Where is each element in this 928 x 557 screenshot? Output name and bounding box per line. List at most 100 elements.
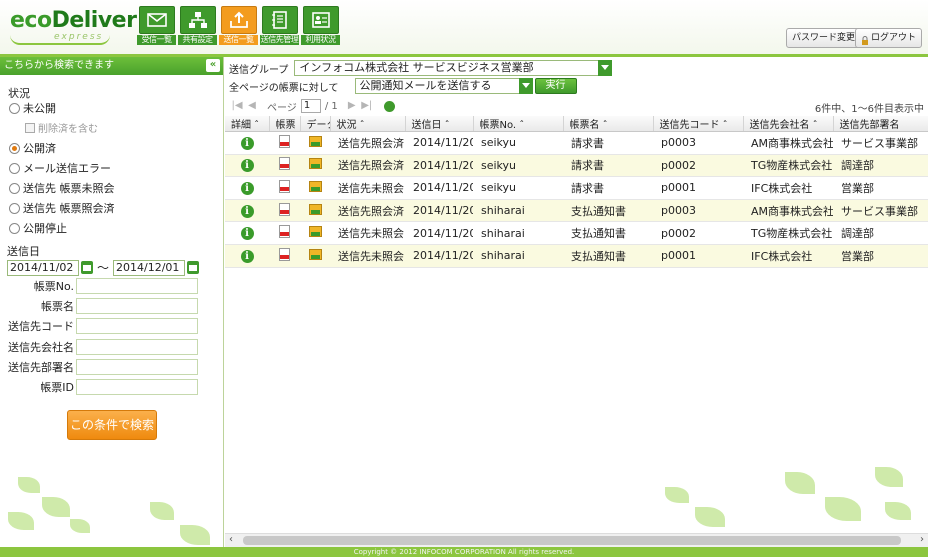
pdf-icon[interactable]	[279, 225, 290, 239]
status-option-label: 送信先 帳票照会済	[23, 202, 115, 215]
pdf-icon[interactable]	[279, 179, 290, 193]
send-group-select[interactable]: インフォコム株式会社 サービスビジネス営業部	[294, 60, 613, 76]
recipient-dept-input[interactable]	[76, 359, 198, 375]
column-header-recipient-code[interactable]: 送信先コード ˆ	[653, 116, 744, 132]
scrollbar-thumb[interactable]	[243, 536, 901, 545]
csv-data-icon[interactable]	[308, 248, 322, 260]
cell-recipient-company: AM商事株式会社	[743, 131, 833, 155]
cell-recipient-dept: 営業部	[833, 176, 928, 200]
column-header-form-name[interactable]: 帳票名 ˆ	[563, 116, 654, 132]
cell-recipient-company: TG物産株式会社	[743, 154, 833, 178]
cell-send-date: 2014/11/20	[405, 199, 473, 223]
calendar-icon[interactable]	[187, 261, 200, 274]
bulk-action-value: 公開通知メールを送信する	[359, 79, 492, 92]
radio-unpublished[interactable]	[9, 102, 20, 114]
info-icon[interactable]: i	[240, 249, 254, 263]
field-label: 帳票ID	[40, 381, 74, 394]
status-option-suspended[interactable]: 公開停止	[9, 220, 67, 236]
column-header-recipient-company[interactable]: 送信先会社名 ˆ	[743, 116, 834, 132]
cell-recipient-company: AM商事株式会社	[743, 199, 833, 223]
info-icon[interactable]: i	[240, 181, 254, 195]
status-option-label: 未公開	[23, 102, 56, 115]
cell-form-name: 支払通知書	[563, 221, 653, 245]
scroll-right-icon[interactable]: ›	[920, 534, 924, 545]
prev-page-icon[interactable]: ◀	[246, 100, 258, 112]
csv-data-icon[interactable]	[308, 180, 322, 192]
change-password-button[interactable]: パスワード変更	[786, 28, 862, 48]
share-tree-icon	[179, 6, 216, 34]
next-page-icon[interactable]: ▶	[346, 100, 358, 112]
bulk-action-select[interactable]: 公開通知メールを送信する	[354, 78, 533, 94]
column-header-status[interactable]: 状況 ˆ	[330, 116, 406, 132]
status-heading: 状況	[8, 87, 30, 100]
date-to-input[interactable]: 2014/12/01	[113, 259, 186, 276]
chevron-down-icon[interactable]	[518, 78, 533, 94]
status-option-published[interactable]: 公開済	[9, 140, 56, 156]
column-header-recipient-dept[interactable]: 送信先部署名	[833, 116, 928, 132]
page-number-input[interactable]: 1	[300, 99, 321, 113]
nav-share-settings[interactable]: 共有設定	[178, 6, 217, 46]
chevron-down-icon[interactable]	[598, 60, 613, 76]
cell-form-name: 請求書	[563, 176, 653, 200]
column-header-data: データ	[300, 116, 331, 132]
execute-button[interactable]: 実行	[534, 78, 577, 94]
status-option-mail-error[interactable]: メール送信エラー	[9, 160, 111, 176]
pdf-icon[interactable]	[279, 202, 290, 216]
csv-data-icon[interactable]	[308, 203, 322, 215]
form-id-input[interactable]	[76, 379, 198, 395]
status-option-unpublished[interactable]: 未公開	[9, 100, 56, 116]
search-button[interactable]: この条件で検索	[67, 410, 157, 440]
radio-not-viewed[interactable]	[9, 182, 20, 194]
nav-sent-list[interactable]: 送信一覧	[219, 6, 258, 46]
recipient-code-input[interactable]	[76, 318, 198, 334]
nav-recipient-management[interactable]: 送信先管理	[260, 6, 299, 46]
radio-viewed[interactable]	[9, 202, 20, 214]
info-icon[interactable]: i	[240, 204, 254, 218]
pdf-icon[interactable]	[279, 134, 290, 148]
csv-data-icon[interactable]	[308, 158, 322, 170]
column-header-detail[interactable]: 詳細 ˆ	[225, 116, 270, 132]
nav-usage-status[interactable]: 利用状況	[301, 6, 340, 46]
cell-send-date: 2014/11/20	[405, 131, 473, 155]
status-option-viewed[interactable]: 送信先 帳票照会済	[9, 200, 115, 216]
main-panel: 送信グループ インフォコム株式会社 サービスビジネス営業部 全ページの帳票に対し…	[225, 57, 928, 547]
calendar-icon[interactable]	[81, 261, 93, 274]
radio-published[interactable]	[9, 142, 20, 154]
refresh-icon[interactable]	[383, 100, 395, 112]
first-page-icon[interactable]: |◀	[231, 100, 243, 112]
logo-sub-text: express	[54, 32, 104, 42]
table-row: i 送信先未照会 2014/11/20 shiharai 支払通知書 p0001…	[225, 244, 928, 268]
radio-suspended[interactable]	[9, 222, 20, 234]
pdf-icon[interactable]	[279, 247, 290, 261]
last-page-icon[interactable]: ▶|	[361, 100, 373, 112]
cell-recipient-dept: 調達部	[833, 154, 928, 178]
scroll-left-icon[interactable]: ‹	[229, 534, 233, 545]
form-no-input[interactable]	[76, 278, 198, 294]
horizontal-scrollbar[interactable]: ‹ ›	[225, 533, 928, 547]
column-header-form-no[interactable]: 帳票No. ˆ	[473, 116, 564, 132]
radio-mail-error[interactable]	[9, 162, 20, 174]
nav-inbox[interactable]: 受信一覧	[137, 6, 176, 46]
table-row: i 送信先照会済 2014/11/20 seikyu 請求書 p0003 AM商…	[225, 131, 928, 155]
lock-icon	[861, 34, 869, 45]
status-option-not-viewed[interactable]: 送信先 帳票未照会	[9, 180, 115, 196]
column-header-send-date[interactable]: 送信日 ˆ	[405, 116, 474, 132]
form-name-input[interactable]	[76, 298, 198, 314]
csv-data-icon[interactable]	[308, 135, 322, 147]
page-total: / 1	[324, 100, 338, 112]
table-row: i 送信先照会済 2014/11/20 shiharai 支払通知書 p0003…	[225, 199, 928, 223]
csv-data-icon[interactable]	[308, 226, 322, 238]
nav-share-settings-label: 共有設定	[178, 35, 217, 45]
date-from-input[interactable]: 2014/11/02	[7, 259, 79, 276]
collapse-sidebar-icon[interactable]: «	[206, 59, 220, 72]
logout-button[interactable]: ログアウト	[855, 28, 923, 48]
cell-form-no: seikyu	[473, 176, 563, 200]
recipient-company-input[interactable]	[76, 339, 198, 355]
pdf-icon[interactable]	[279, 157, 290, 171]
include-deleted-label: 削除済を含む	[38, 124, 98, 135]
cell-recipient-dept: 調達部	[833, 221, 928, 245]
leaf-decoration	[875, 467, 903, 487]
info-icon[interactable]: i	[240, 227, 254, 241]
info-icon[interactable]: i	[240, 159, 254, 173]
info-icon[interactable]: i	[240, 136, 254, 150]
